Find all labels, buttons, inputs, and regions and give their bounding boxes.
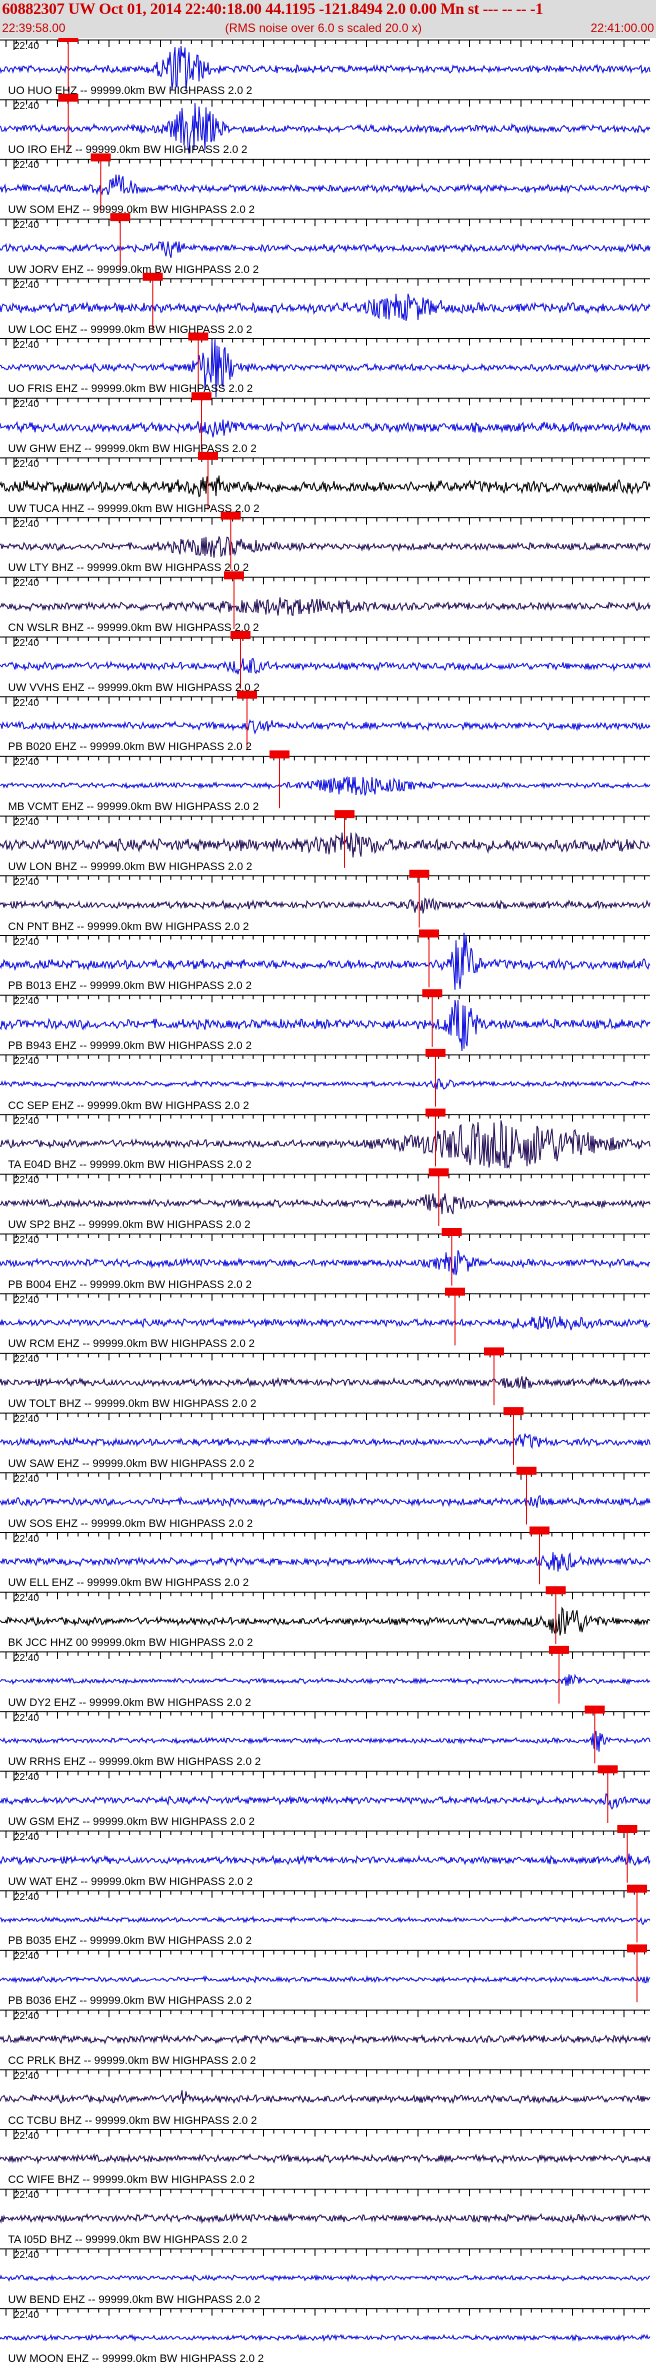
waveform-trace bbox=[0, 241, 651, 258]
waveform-trace bbox=[0, 2033, 651, 2045]
end-time: 22:41:00.00 bbox=[590, 21, 654, 35]
waveform-trace bbox=[0, 174, 651, 196]
waveform-trace bbox=[0, 1193, 651, 1215]
rms-note: (RMS noise over 6.0 s scaled 20.0 x) bbox=[225, 21, 422, 35]
waveform-trace bbox=[0, 1915, 651, 1926]
waveform-trace bbox=[0, 1793, 651, 1810]
waveform-trace bbox=[0, 103, 651, 154]
waveform-trace bbox=[0, 1250, 651, 1276]
waveform-trace bbox=[0, 1673, 651, 1686]
waveform-trace bbox=[0, 1975, 651, 1984]
waveform-trace bbox=[0, 657, 651, 675]
waveform-trace bbox=[0, 1606, 651, 1636]
waveform-trace bbox=[0, 999, 651, 1052]
waveform-trace bbox=[0, 2153, 651, 2165]
waveform-trace bbox=[0, 46, 651, 91]
waveform-trace bbox=[0, 1433, 651, 1450]
waveform-trace bbox=[0, 2212, 651, 2225]
waveform-trace bbox=[0, 2090, 651, 2105]
waveform-trace bbox=[0, 1853, 651, 1867]
waveform-trace bbox=[0, 775, 651, 796]
waveform-trace bbox=[0, 1120, 651, 1169]
waveform-trace bbox=[0, 2333, 651, 2343]
waveform-trace bbox=[0, 339, 651, 398]
waveform-trace bbox=[0, 1078, 651, 1090]
seismogram-plot bbox=[0, 38, 651, 2343]
waveform-trace bbox=[0, 1495, 651, 1508]
waveform-trace bbox=[0, 597, 651, 616]
waveform-trace bbox=[0, 419, 651, 438]
waveform-trace bbox=[0, 719, 651, 735]
waveform-trace bbox=[0, 1730, 651, 1752]
waveform-trace bbox=[0, 475, 651, 498]
header-bar: 60882307 UW Oct 01, 2014 22:40:18.00 44.… bbox=[0, 0, 656, 38]
waveform-trace bbox=[0, 1552, 651, 1572]
event-title: 60882307 UW Oct 01, 2014 22:40:18.00 44.… bbox=[2, 1, 544, 18]
start-time: 22:39:58.00 bbox=[2, 21, 66, 35]
waveform-trace bbox=[0, 1315, 651, 1331]
waveform-trace bbox=[0, 897, 651, 914]
waveform-trace bbox=[0, 932, 651, 990]
waveform-trace bbox=[0, 2273, 651, 2283]
waveform-trace bbox=[0, 536, 651, 558]
waveform-trace bbox=[0, 293, 651, 322]
waveform-trace bbox=[0, 832, 651, 858]
waveform-trace bbox=[0, 1376, 651, 1389]
